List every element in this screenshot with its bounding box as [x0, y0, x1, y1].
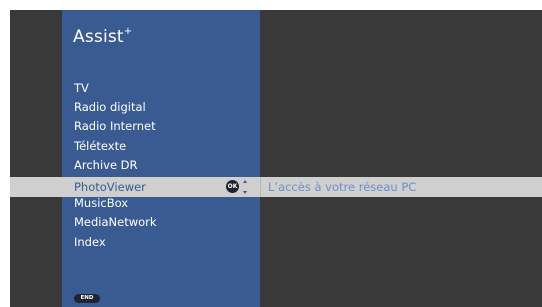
menu-title: Assist+: [73, 26, 133, 47]
menu-item-photoviewer[interactable]: PhotoViewer: [74, 177, 146, 197]
assist-menu-panel: Assist+ TV Radio digital Radio Internet …: [62, 10, 260, 307]
end-button-icon[interactable]: END: [74, 294, 100, 303]
ok-button-icon: OK: [226, 180, 239, 193]
row-separator: [260, 177, 261, 197]
menu-item-index[interactable]: Index: [62, 233, 260, 252]
menu-item-radio-internet[interactable]: Radio Internet: [62, 117, 260, 136]
menu-item-musicbox[interactable]: MusicBox: [62, 194, 260, 213]
menu-item-teletext[interactable]: Télétexte: [62, 137, 260, 156]
menu-item-tv[interactable]: TV: [62, 79, 260, 98]
tv-screen: Assist+ TV Radio digital Radio Internet …: [10, 10, 542, 307]
menu-title-text: Assist: [73, 27, 124, 47]
menu-item-archive-dr[interactable]: Archive DR: [62, 156, 260, 175]
menu-item-medianetwork[interactable]: MediaNetwork: [62, 213, 260, 232]
menu-list: TV Radio digital Radio Internet Télétext…: [62, 79, 260, 252]
menu-item-radio-digital[interactable]: Radio digital: [62, 98, 260, 117]
up-down-arrows-icon: [243, 180, 247, 194]
menu-title-plus: +: [123, 26, 133, 38]
selection-description: L’accès à votre réseau PC: [268, 180, 417, 194]
